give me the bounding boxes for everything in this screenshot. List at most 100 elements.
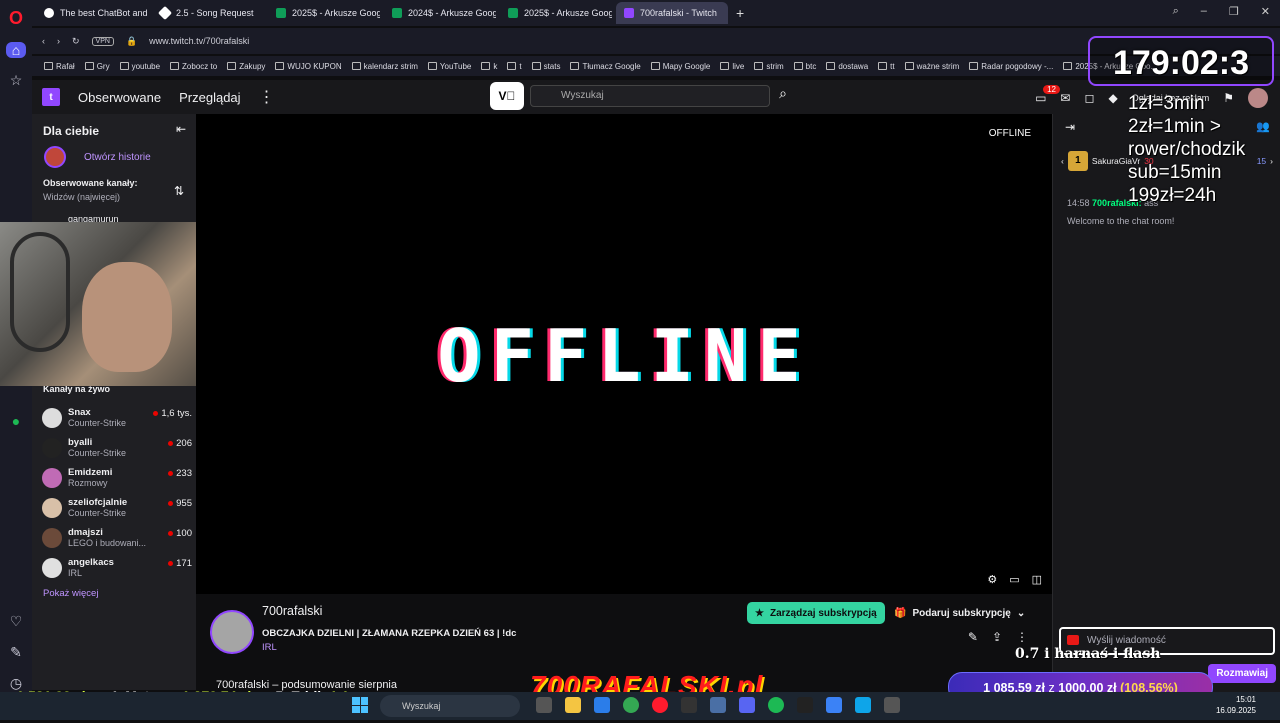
vpn-badge[interactable]: VPN — [91, 36, 114, 46]
crown-icon[interactable]: ◆ — [1108, 91, 1117, 105]
bookmark-item[interactable]: Zakupy — [227, 62, 265, 71]
browser-tab[interactable]: 2024$ - Arkusze Google — [384, 2, 496, 24]
users-icon[interactable]: 👥 — [1256, 120, 1270, 133]
bookmark-item[interactable]: YouTube — [427, 62, 471, 71]
sort-icon[interactable]: ⇅ — [174, 184, 184, 198]
twitch-logo-icon[interactable]: t — [42, 88, 60, 106]
spotify-icon[interactable] — [768, 697, 784, 713]
bookmark-item[interactable]: tt — [878, 62, 895, 71]
discord-icon[interactable] — [739, 697, 755, 713]
browser-tab-active[interactable]: 700rafalski - Twitch — [616, 2, 728, 24]
maximize-icon[interactable]: ❐ — [1229, 5, 1239, 18]
fullscreen-icon[interactable]: ◫ — [1032, 573, 1042, 586]
show-more-link[interactable]: Pokaż więcej — [43, 588, 98, 599]
edit-icon[interactable]: ✎ — [6, 644, 26, 661]
sidebar-channel[interactable]: szeliofcjalnie Counter-Strike 955 — [42, 494, 192, 522]
bookmark-item[interactable]: Rafał — [44, 62, 75, 71]
url-field[interactable]: www.twitch.tv/700rafalski — [149, 36, 249, 46]
browser-tab[interactable]: 2025$ - Arkusze Google — [268, 2, 380, 24]
taskbar-search[interactable]: Wyszukaj — [380, 695, 520, 717]
bookmark-item[interactable]: kalendarz strim — [351, 62, 418, 71]
browser-tab[interactable]: 2025$ - Arkusze Google — [500, 2, 612, 24]
stream-category[interactable]: IRL — [262, 642, 277, 653]
bookmark-item[interactable]: Radar pogodowy -... — [969, 62, 1053, 71]
new-tab-icon[interactable]: + — [736, 5, 744, 21]
tab-search-icon[interactable]: ⌕ — [1173, 5, 1179, 18]
bookmark-item[interactable]: btc — [793, 62, 816, 71]
app-icon[interactable] — [884, 697, 900, 713]
home-icon[interactable]: ⌂ — [6, 42, 26, 58]
task-view-icon[interactable] — [536, 697, 552, 713]
collapse-chat-icon[interactable]: ⇥ — [1065, 120, 1075, 134]
theatre-icon[interactable]: ▭ — [1009, 573, 1019, 586]
sidebar-channel[interactable]: Snax Counter-Strike 1,6 tys. — [42, 404, 192, 432]
chevron-left-icon[interactable]: ‹ — [1061, 156, 1064, 166]
gift-sub-button[interactable]: 🎁 Podaruj subskrypcję ⌄ — [888, 602, 1031, 624]
taskbar-clock[interactable]: 15:01 16.09.2025 — [1216, 694, 1256, 716]
bookmark-item[interactable]: Mapy Google — [650, 62, 710, 71]
tab-label: 2.5 - Song Request — [176, 8, 254, 18]
more-icon[interactable]: ⋮ — [1016, 630, 1028, 644]
sidebar-channel[interactable]: angelkacs IRL 171 — [42, 554, 192, 582]
history-link[interactable]: Otwórz historie — [44, 146, 151, 168]
close-icon[interactable]: ✕ — [1261, 5, 1270, 18]
app-icon[interactable] — [797, 697, 813, 713]
notifications-icon[interactable]: ▭ 12 — [1035, 85, 1060, 105]
browser-tab[interactable]: 2.5 - Song Request — [152, 2, 264, 24]
opera-logo-icon[interactable]: O — [6, 8, 26, 28]
sidebar-channel[interactable]: Emidzemi Rozmowy 233 — [42, 464, 192, 492]
store-icon[interactable] — [594, 697, 610, 713]
bookmark-item[interactable]: stats — [531, 62, 560, 71]
bookmark-item[interactable]: ważne strim — [904, 62, 959, 71]
search-input[interactable]: Wyszukaj — [530, 85, 770, 107]
video-player[interactable]: OFFLINE OFFLINE ⚙ ▭ ◫ — [196, 114, 1052, 594]
nav-browse[interactable]: Przeglądaj — [179, 90, 240, 105]
heart-icon[interactable]: ♡ — [6, 613, 26, 630]
bookmark-item[interactable]: strim — [754, 62, 784, 71]
user-avatar[interactable] — [1248, 88, 1268, 108]
chat-send-button[interactable]: Rozmawiaj — [1208, 664, 1276, 683]
more-menu-icon[interactable]: ⋮ — [259, 87, 275, 107]
whispers-icon[interactable]: ✉ — [1060, 91, 1070, 105]
file-explorer-icon[interactable] — [565, 697, 581, 713]
settings-icon[interactable]: ⚙ — [987, 573, 997, 586]
folder-icon — [826, 62, 836, 70]
spotify-icon[interactable]: ● — [6, 413, 26, 429]
channel-text: byalli Counter-Strike — [68, 437, 126, 459]
opera-icon[interactable] — [652, 697, 668, 713]
app-icon[interactable] — [826, 697, 842, 713]
bookmark-item[interactable]: dostawa — [826, 62, 868, 71]
viewer-count: 955 — [168, 498, 192, 509]
minimize-icon[interactable]: – — [1201, 5, 1207, 18]
bookmark-item[interactable]: Tłumacz Google — [570, 62, 641, 71]
reload-icon[interactable]: ↻ — [72, 36, 80, 47]
channel-name[interactable]: 700rafalski — [262, 604, 322, 618]
sidebar-channel[interactable]: byalli Counter-Strike 206 — [42, 434, 192, 462]
forward-icon[interactable]: › — [57, 36, 60, 46]
bookmark-item[interactable]: Zobocz to — [170, 62, 217, 71]
app-icon[interactable] — [681, 697, 697, 713]
app-icon[interactable] — [855, 697, 871, 713]
edit-icon[interactable]: ✎ — [968, 630, 978, 644]
windows-start-icon[interactable] — [352, 697, 368, 713]
search-icon[interactable]: ⌕ — [772, 85, 794, 107]
bookmark-item[interactable]: youtube — [119, 62, 160, 71]
sidebar-channel[interactable]: dmajszi LEGO i budowani... 100 — [42, 524, 192, 552]
bookmark-item[interactable]: live — [720, 62, 744, 71]
app-icon[interactable] — [710, 697, 726, 713]
collapse-sidebar-icon[interactable]: ⇤ — [176, 122, 186, 136]
pin-icon[interactable]: ☆ — [6, 72, 26, 89]
bookmark-item[interactable]: t — [507, 62, 522, 71]
chevron-right-icon[interactable]: › — [1270, 156, 1273, 166]
activity-icon[interactable]: ◻ — [1084, 91, 1094, 105]
nav-followed[interactable]: Obserwowane — [78, 90, 161, 105]
back-icon[interactable]: ‹ — [42, 36, 45, 46]
bookmark-item[interactable]: k — [481, 62, 497, 71]
browser-tab[interactable]: The best ChatBot and Wid — [36, 2, 148, 24]
bookmark-item[interactable]: WUJO KUPON — [275, 62, 342, 71]
chrome-icon[interactable] — [623, 697, 639, 713]
channel-avatar[interactable] — [210, 610, 254, 654]
bookmark-item[interactable]: Gry — [84, 62, 110, 71]
manage-sub-button[interactable]: ★ Zarządzaj subskrypcją — [747, 602, 885, 624]
share-icon[interactable]: ⇪ — [992, 630, 1002, 644]
